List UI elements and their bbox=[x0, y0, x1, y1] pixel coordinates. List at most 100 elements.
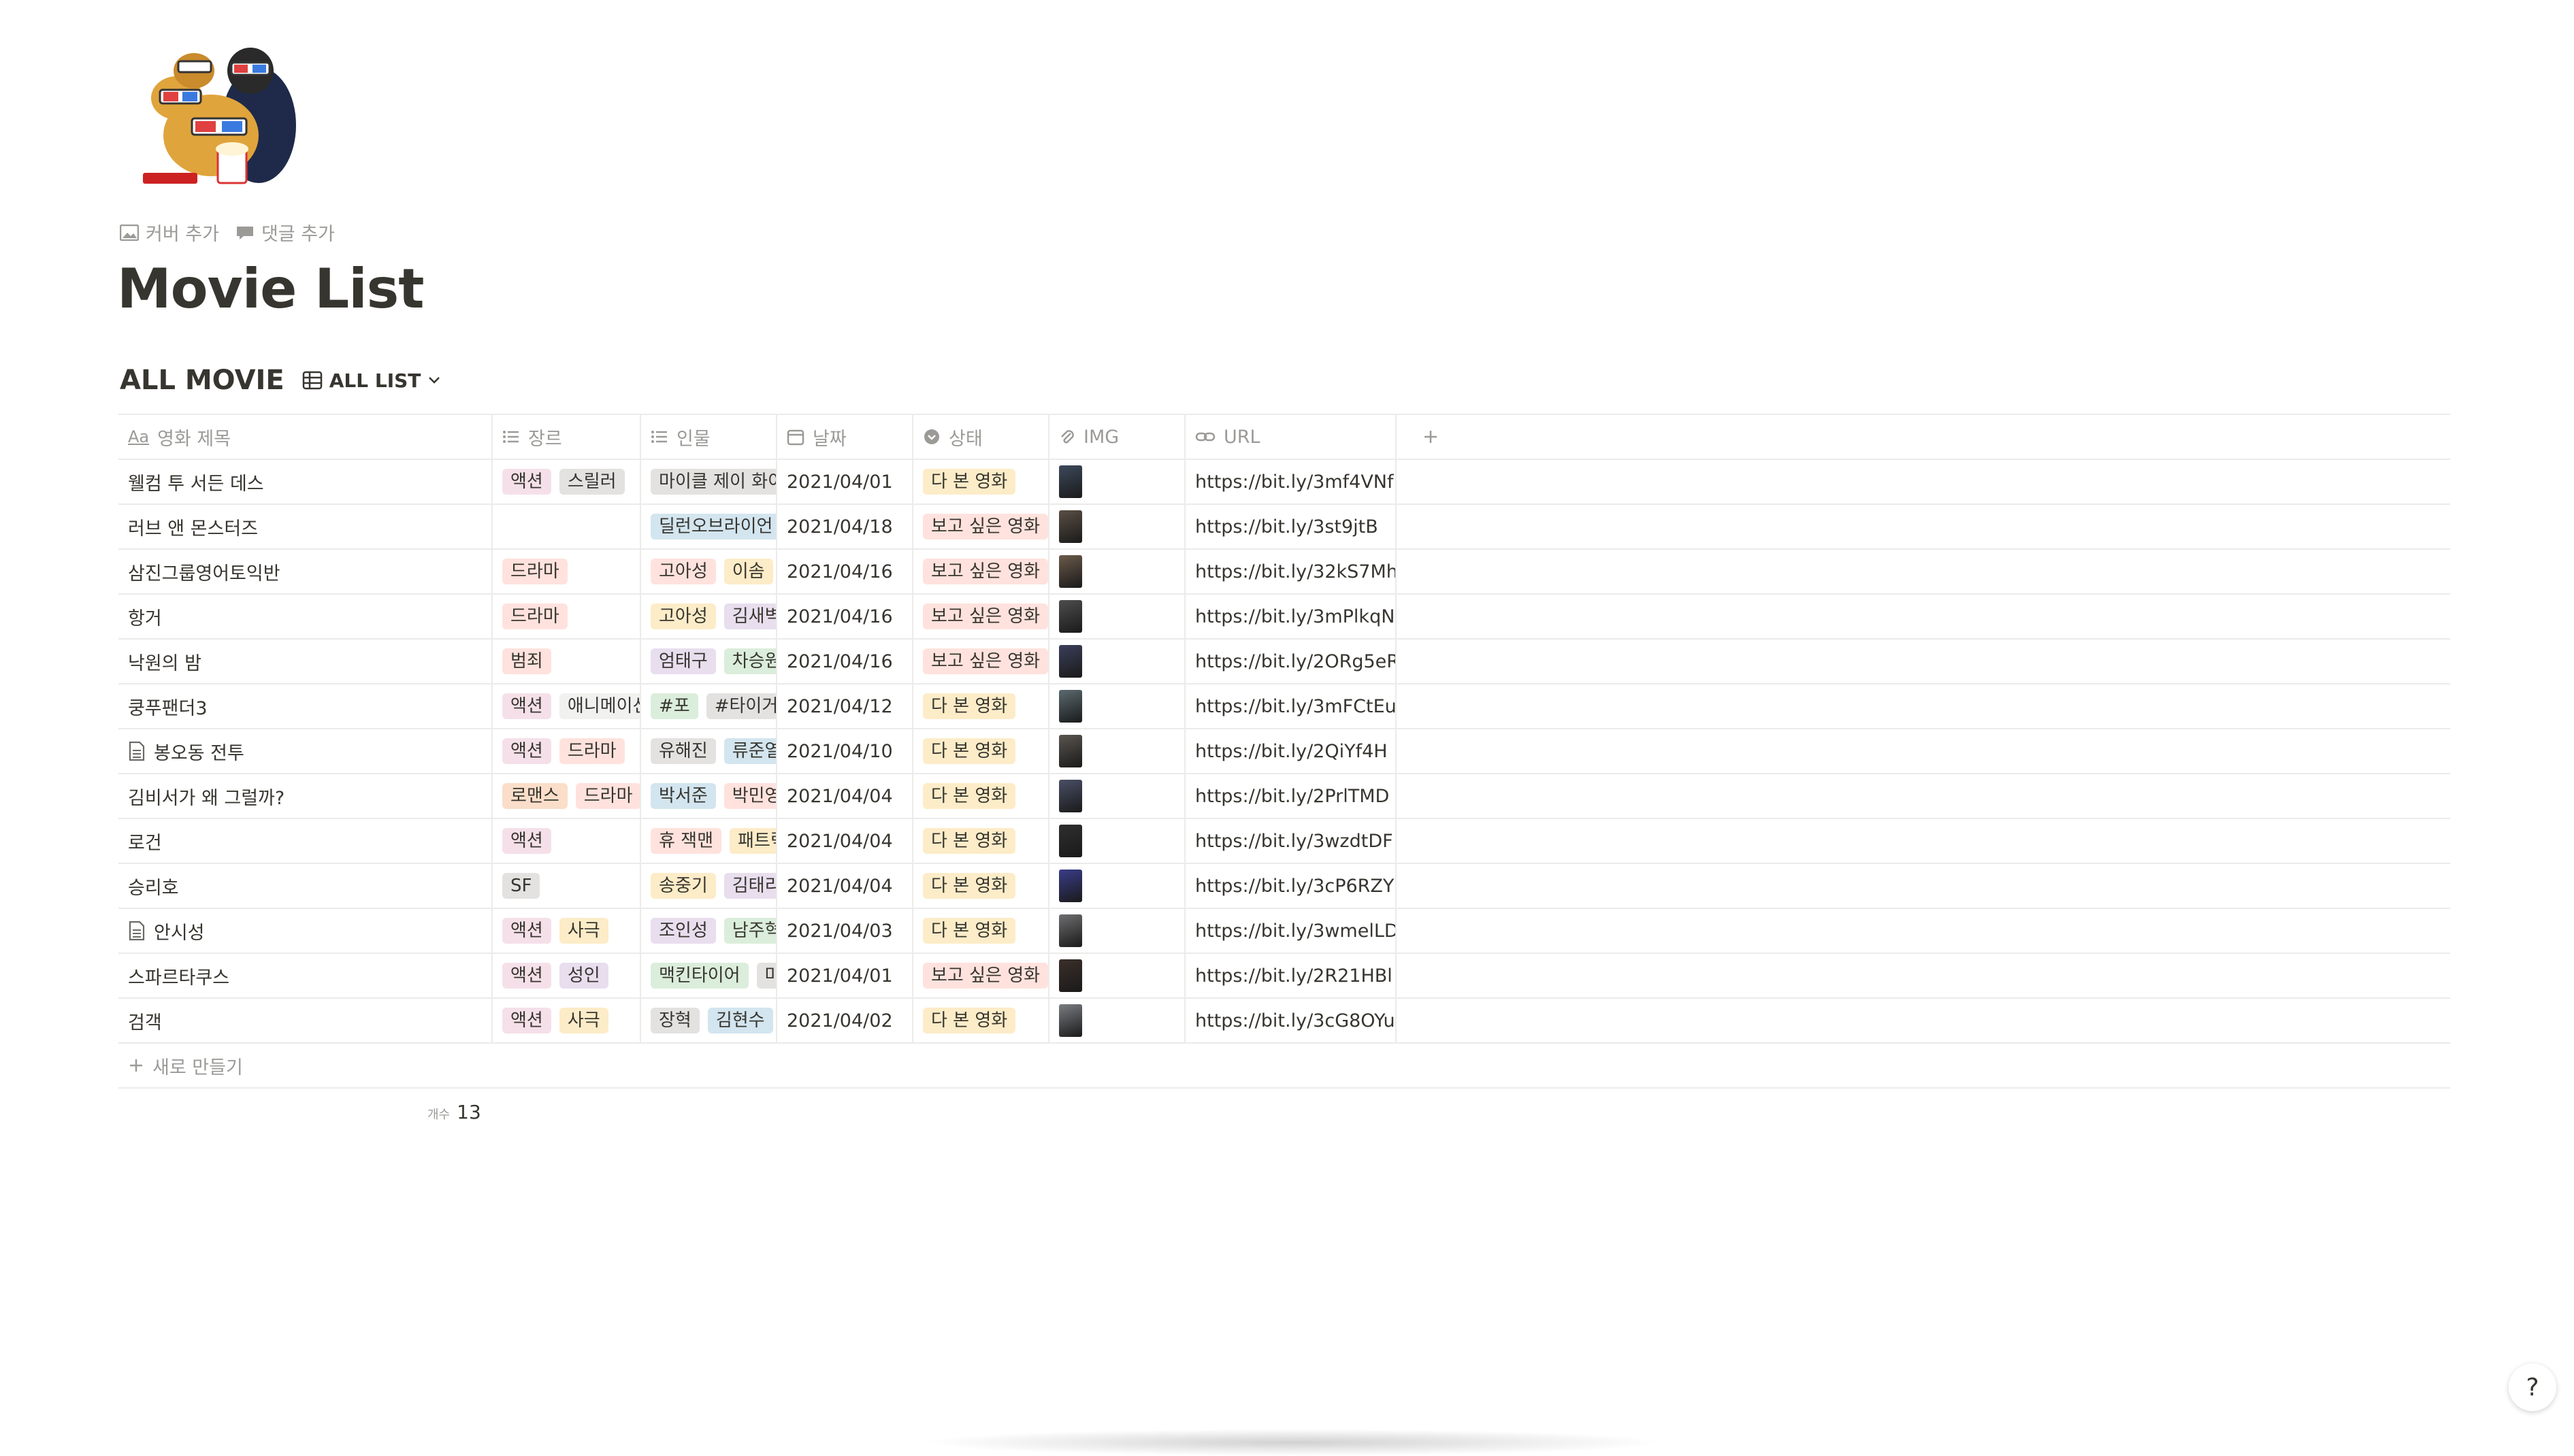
cell-img[interactable] bbox=[1049, 550, 1186, 593]
poster-thumbnail[interactable] bbox=[1059, 690, 1082, 723]
cell-genre[interactable]: 액션 사극 bbox=[493, 999, 641, 1042]
cell-img[interactable] bbox=[1049, 864, 1186, 908]
cell-img[interactable] bbox=[1049, 954, 1186, 997]
cell-date[interactable]: 2021/04/16 bbox=[777, 640, 913, 683]
cell-img[interactable] bbox=[1049, 729, 1186, 773]
cell-genre[interactable]: 액션 스릴러 bbox=[493, 460, 641, 503]
page-title[interactable]: Movie List bbox=[117, 257, 425, 320]
table-row[interactable]: 스파르타쿠스 액션 성인 맥킨타이어 마 2021/04/01 보고 싶은 영화 https:… bbox=[118, 954, 2450, 999]
cell-img[interactable] bbox=[1049, 999, 1186, 1042]
column-header-genre[interactable]: 장르 bbox=[493, 415, 641, 459]
poster-thumbnail[interactable] bbox=[1059, 600, 1082, 633]
cell-url[interactable]: https://bit.ly/3wmelLD bbox=[1186, 909, 1397, 953]
cell-url[interactable]: https://bit.ly/2ORg5eR bbox=[1186, 640, 1397, 683]
cell-status[interactable]: 다 본 영화 bbox=[913, 909, 1049, 953]
cell-title[interactable]: 웰컴 투 서든 데스 bbox=[118, 460, 493, 503]
cell-img[interactable] bbox=[1049, 774, 1186, 818]
database-title[interactable]: ALL MOVIE bbox=[120, 365, 284, 396]
cell-title[interactable]: 러브 앤 몬스터즈 bbox=[118, 505, 493, 548]
add-cover-button[interactable]: 커버 추가 bbox=[120, 219, 219, 246]
table-row[interactable]: 웰컴 투 서든 데스 액션 스릴러 마이클 제이 화이트 2021/04/01 다 본 영… bbox=[118, 460, 2450, 505]
cell-date[interactable]: 2021/04/18 bbox=[777, 505, 913, 548]
cell-date[interactable]: 2021/04/16 bbox=[777, 595, 913, 638]
poster-thumbnail[interactable] bbox=[1059, 510, 1082, 543]
cell-title[interactable]: 낙원의 밤 bbox=[118, 640, 493, 683]
table-row[interactable]: 삼진그룹영어토익반 드라마 고아성 이솜 2021/04/16 보고 싶은 영화 https… bbox=[118, 550, 2450, 595]
cell-status[interactable]: 보고 싶은 영화 bbox=[913, 505, 1049, 548]
table-row[interactable]: 러브 앤 몬스터즈 딜런오브라이언 2021/04/18 보고 싶은 영화 https:… bbox=[118, 505, 2450, 550]
cell-status[interactable]: 다 본 영화 bbox=[913, 460, 1049, 503]
column-header-status[interactable]: 상태 bbox=[913, 415, 1049, 459]
poster-thumbnail[interactable] bbox=[1059, 959, 1082, 992]
cell-url[interactable]: https://bit.ly/3mf4VNf bbox=[1186, 460, 1397, 503]
cell-people[interactable]: 딜런오브라이언 bbox=[641, 505, 777, 548]
cell-people[interactable]: 유해진 류준열 bbox=[641, 729, 777, 773]
table-row[interactable]: 로건 액션 휴 잭맨 패트릭 2021/04/04 다 본 영화 https://bit.l… bbox=[118, 819, 2450, 864]
cell-status[interactable]: 보고 싶은 영화 bbox=[913, 595, 1049, 638]
table-row[interactable]: 항거 드라마 고아성 김새벽 2021/04/16 보고 싶은 영화 https://bit… bbox=[118, 595, 2450, 640]
column-header-date[interactable]: 날짜 bbox=[777, 415, 913, 459]
cell-people[interactable]: 맥킨타이어 마 bbox=[641, 954, 777, 997]
cell-img[interactable] bbox=[1049, 595, 1186, 638]
table-row[interactable]: 봉오동 전투 액션 드라마 유해진 류준열 2021/04/10 다 본 영화 https:/… bbox=[118, 729, 2450, 774]
cell-people[interactable]: 고아성 이솜 bbox=[641, 550, 777, 593]
cell-status[interactable]: 보고 싶은 영화 bbox=[913, 640, 1049, 683]
cell-genre[interactable]: 액션 bbox=[493, 819, 641, 863]
cell-genre[interactable]: 드라마 bbox=[493, 595, 641, 638]
poster-thumbnail[interactable] bbox=[1059, 1004, 1082, 1037]
cell-people[interactable]: 박서준 박민영 bbox=[641, 774, 777, 818]
table-row[interactable]: 김비서가 왜 그럴까? 로맨스 드라마 박서준 박민영 2021/04/04 다 본 영화 h… bbox=[118, 774, 2450, 819]
table-row[interactable]: 낙원의 밤 범죄 엄태구 차승원 2021/04/16 보고 싶은 영화 https://b… bbox=[118, 640, 2450, 684]
cell-img[interactable] bbox=[1049, 505, 1186, 548]
page-icon[interactable] bbox=[129, 23, 299, 193]
add-property-button[interactable] bbox=[1397, 415, 1465, 459]
cell-date[interactable]: 2021/04/01 bbox=[777, 954, 913, 997]
cell-genre[interactable]: 액션 사극 bbox=[493, 909, 641, 953]
new-row-button[interactable]: 새로 만들기 bbox=[118, 1044, 2450, 1089]
cell-url[interactable]: https://bit.ly/3st9jtB bbox=[1186, 505, 1397, 548]
cell-people[interactable]: 휴 잭맨 패트릭 bbox=[641, 819, 777, 863]
poster-thumbnail[interactable] bbox=[1059, 825, 1082, 857]
cell-people[interactable]: 조인성 남주혁 bbox=[641, 909, 777, 953]
cell-title[interactable]: 스파르타쿠스 bbox=[118, 954, 493, 997]
cell-people[interactable]: 마이클 제이 화이트 bbox=[641, 460, 777, 503]
add-comment-button[interactable]: 댓글 추가 bbox=[235, 219, 335, 246]
column-header-title[interactable]: Aa 영화 제목 bbox=[118, 415, 493, 459]
cell-status[interactable]: 다 본 영화 bbox=[913, 864, 1049, 908]
cell-date[interactable]: 2021/04/04 bbox=[777, 774, 913, 818]
cell-people[interactable]: 송중기 김태리 bbox=[641, 864, 777, 908]
table-row[interactable]: 쿵푸팬더3 액션 애니메이션 #포 #타이거 2021/04/12 다 본 영화 https:… bbox=[118, 684, 2450, 729]
column-header-people[interactable]: 인물 bbox=[641, 415, 777, 459]
cell-url[interactable]: https://bit.ly/2PrlTMD bbox=[1186, 774, 1397, 818]
table-row[interactable]: 검객 액션 사극 장혁 김현수 2021/04/02 다 본 영화 https://bit.l… bbox=[118, 999, 2450, 1044]
cell-status[interactable]: 다 본 영화 bbox=[913, 819, 1049, 863]
cell-url[interactable]: https://bit.ly/3mFCtEu bbox=[1186, 684, 1397, 728]
cell-img[interactable] bbox=[1049, 909, 1186, 953]
cell-genre[interactable]: 액션 애니메이션 bbox=[493, 684, 641, 728]
cell-people[interactable]: 고아성 김새벽 bbox=[641, 595, 777, 638]
cell-img[interactable] bbox=[1049, 460, 1186, 503]
cell-date[interactable]: 2021/04/12 bbox=[777, 684, 913, 728]
column-header-img[interactable]: IMG bbox=[1049, 415, 1186, 459]
cell-status[interactable]: 다 본 영화 bbox=[913, 729, 1049, 773]
cell-genre[interactable]: 드라마 bbox=[493, 550, 641, 593]
cell-title[interactable]: 김비서가 왜 그럴까? bbox=[118, 774, 493, 818]
cell-title[interactable]: 삼진그룹영어토익반 bbox=[118, 550, 493, 593]
table-row[interactable]: 승리호 SF 송중기 김태리 2021/04/04 다 본 영화 https://bit.l… bbox=[118, 864, 2450, 909]
row-count[interactable]: 개수 13 bbox=[427, 1101, 481, 1123]
cell-url[interactable]: https://bit.ly/3mPlkqN bbox=[1186, 595, 1397, 638]
cell-img[interactable] bbox=[1049, 684, 1186, 728]
cell-title[interactable]: 로건 bbox=[118, 819, 493, 863]
cell-people[interactable]: 장혁 김현수 bbox=[641, 999, 777, 1042]
cell-date[interactable]: 2021/04/03 bbox=[777, 909, 913, 953]
cell-date[interactable]: 2021/04/01 bbox=[777, 460, 913, 503]
cell-genre[interactable] bbox=[493, 505, 641, 548]
cell-people[interactable]: #포 #타이거 bbox=[641, 684, 777, 728]
cell-url[interactable]: https://bit.ly/32kS7Mh bbox=[1186, 550, 1397, 593]
cell-date[interactable]: 2021/04/04 bbox=[777, 819, 913, 863]
poster-thumbnail[interactable] bbox=[1059, 465, 1082, 498]
help-button[interactable]: ? bbox=[2509, 1363, 2556, 1411]
poster-thumbnail[interactable] bbox=[1059, 914, 1082, 947]
cell-title[interactable]: 쿵푸팬더3 bbox=[118, 684, 493, 728]
cell-genre[interactable]: 로맨스 드라마 bbox=[493, 774, 641, 818]
